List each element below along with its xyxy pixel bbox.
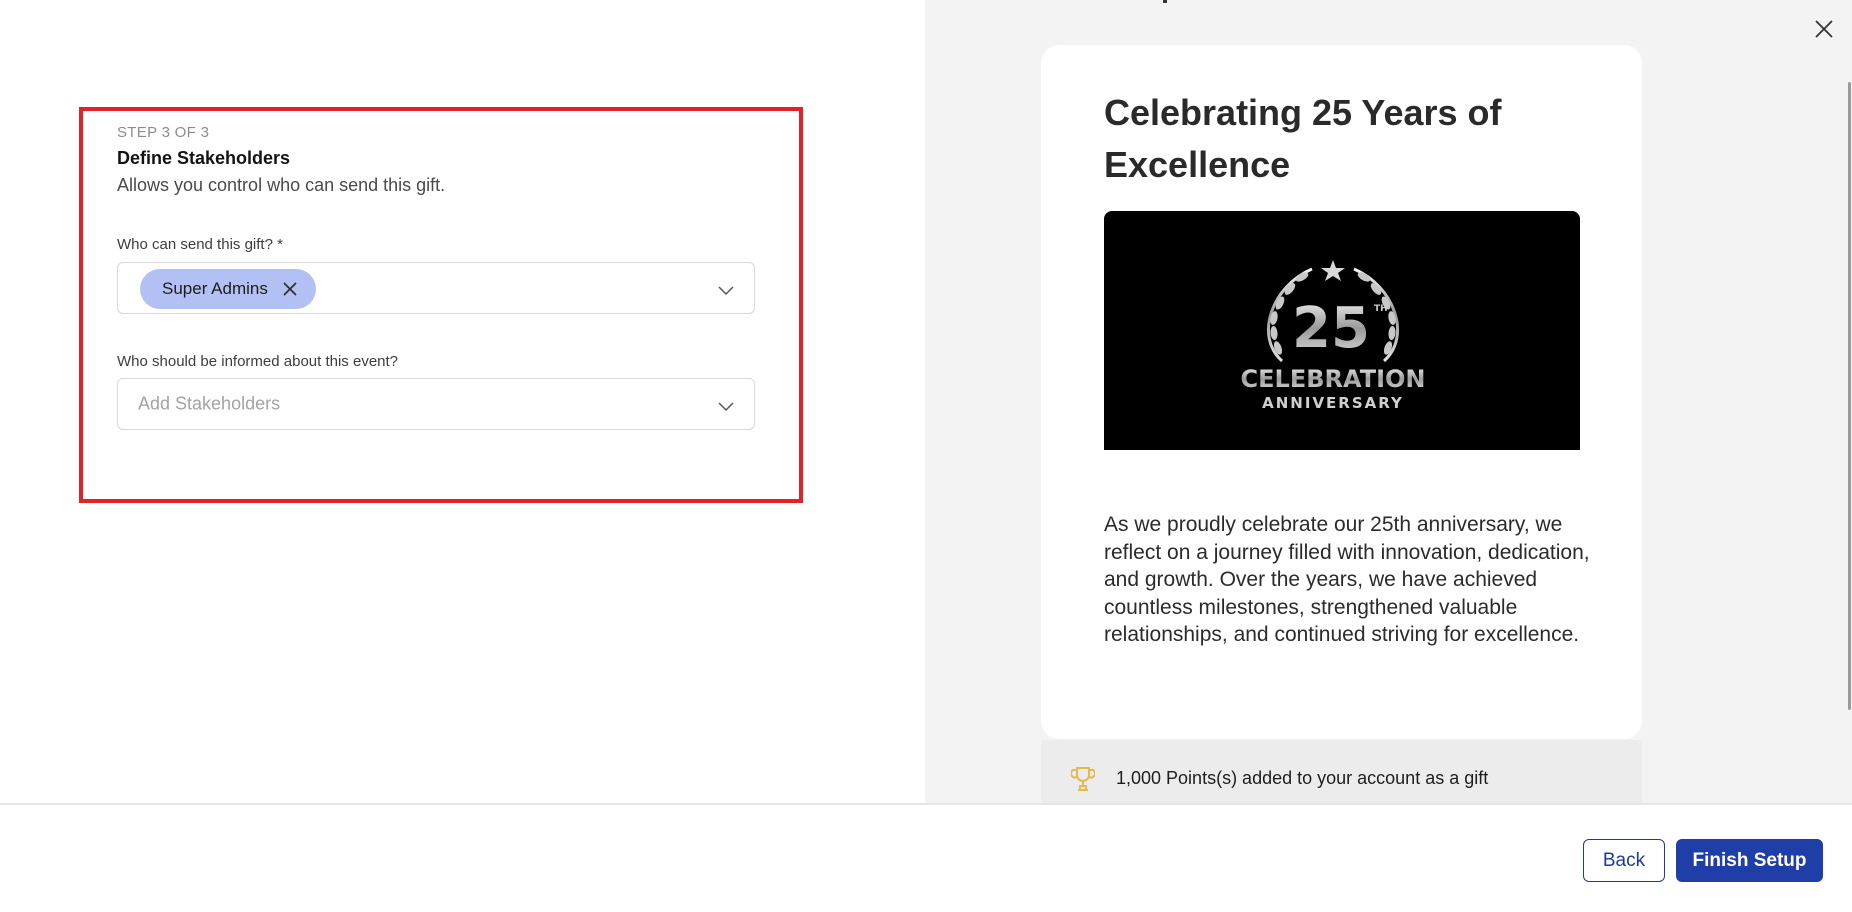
divider-mark xyxy=(1163,0,1167,3)
image-superscript: TH xyxy=(1374,304,1388,314)
preview-body: As we proudly celebrate our 25th anniver… xyxy=(1104,513,1590,646)
senders-field-label: Who can send this gift? * xyxy=(117,236,283,253)
step-indicator: STEP 3 OF 3 xyxy=(117,124,210,141)
form-pane: STEP 3 OF 3 Define Stakeholders Allows y… xyxy=(0,0,925,803)
points-text: 1,000 Points(s) added to your account as… xyxy=(1116,768,1489,788)
points-banner: 1,000 Points(s) added to your account as… xyxy=(1041,740,1642,810)
trophy-icon xyxy=(1070,765,1096,793)
chip-label: Super Admins xyxy=(162,279,268,298)
image-line2: ANNIVERSARY xyxy=(1262,394,1404,412)
image-number: 25 xyxy=(1292,296,1370,361)
chevron-down-icon[interactable] xyxy=(718,399,734,412)
scrollbar[interactable] xyxy=(1848,82,1851,710)
anniversary-image: 25 TH CELEBRATION ANNIVERSARY xyxy=(1104,211,1580,450)
image-line1: CELEBRATION xyxy=(1241,365,1426,393)
stakeholders-field-label: Who should be informed about this event? xyxy=(117,353,399,370)
close-icon[interactable] xyxy=(1813,18,1835,40)
preview-card: Celebrating 25 Years of Excellence 25 TH… xyxy=(1041,45,1642,739)
section-description: Allows you control who can send this gif… xyxy=(117,175,446,195)
chevron-down-icon[interactable] xyxy=(718,283,734,296)
remove-icon[interactable] xyxy=(282,281,298,297)
back-button[interactable]: Back xyxy=(1583,839,1665,882)
senders-select[interactable]: Super Admins xyxy=(117,262,755,314)
chip-super-admins: Super Admins xyxy=(140,269,316,309)
stakeholders-select[interactable]: Add Stakeholders xyxy=(117,378,755,430)
finish-setup-button[interactable]: Finish Setup xyxy=(1676,839,1823,882)
stakeholders-placeholder: Add Stakeholders xyxy=(138,393,281,414)
preview-title: Celebrating 25 Years of Excellence xyxy=(1104,92,1502,185)
section-title: Define Stakeholders xyxy=(117,148,291,168)
footer-bar: Back Finish Setup xyxy=(0,803,1852,912)
